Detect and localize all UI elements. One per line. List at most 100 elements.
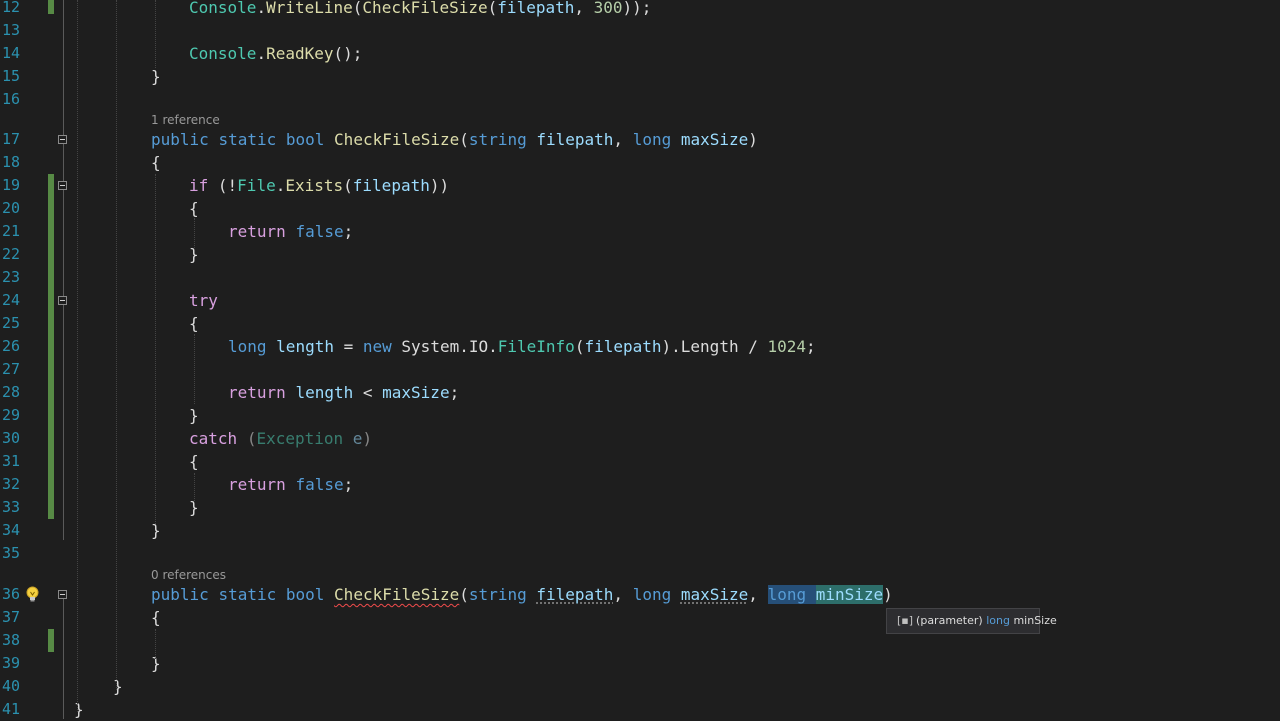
code-line[interactable]: 34} <box>0 519 1280 542</box>
indent-guide <box>194 334 195 404</box>
line-number: 35 <box>2 544 21 562</box>
code-line[interactable]: 20 { <box>0 197 1280 220</box>
indent-guide <box>194 473 195 503</box>
code-text[interactable]: Console.ReadKey(); <box>189 42 362 65</box>
code-editor[interactable]: 12 Console.WriteLine(CheckFileSize(filepa… <box>0 0 1280 720</box>
line-number: 25 <box>2 314 21 332</box>
code-line[interactable]: 30 catch (Exception e) <box>0 427 1280 450</box>
line-number: 31 <box>2 452 21 470</box>
change-indicator-bar <box>48 174 54 519</box>
code-text[interactable]: public static bool CheckFileSize(string … <box>151 583 893 606</box>
code-line[interactable]: 25 { <box>0 312 1280 335</box>
code-line[interactable]: 16 <box>0 88 1280 111</box>
code-line[interactable]: 37 { <box>0 606 1280 629</box>
code-line[interactable]: 36 public static bool CheckFileSize(strin… <box>0 583 1280 606</box>
code-line[interactable]: 33} <box>0 496 1280 519</box>
code-line[interactable]: 31 { <box>0 450 1280 473</box>
indent-guide <box>155 629 156 659</box>
code-lens-references[interactable]: 0 references <box>151 567 226 583</box>
code-line[interactable]: 14 Console.ReadKey(); <box>0 42 1280 65</box>
code-line[interactable]: 18 { <box>0 151 1280 174</box>
line-number: 36 <box>2 585 21 603</box>
code-text[interactable]: try <box>189 289 218 312</box>
line-number: 30 <box>2 429 21 447</box>
code-text[interactable]: long length = new System.IO.FileInfo(fil… <box>228 335 816 358</box>
code-line[interactable]: 21 return false; <box>0 220 1280 243</box>
line-number: 13 <box>2 21 21 39</box>
change-indicator-bar <box>48 629 54 652</box>
code-line[interactable]: 35 <box>0 542 1280 565</box>
code-text[interactable]: } <box>74 698 84 721</box>
line-number: 37 <box>2 608 21 626</box>
line-number: 17 <box>2 130 21 148</box>
tooltip-type: long <box>986 614 1010 627</box>
line-number: 28 <box>2 383 21 401</box>
line-number: 16 <box>2 90 21 108</box>
code-text[interactable]: return false; <box>228 473 353 496</box>
line-number: 21 <box>2 222 21 240</box>
code-text[interactable]: { <box>189 450 199 473</box>
code-line[interactable]: 38 <box>0 629 1280 652</box>
code-line[interactable]: 41} <box>0 698 1280 721</box>
code-text[interactable]: } <box>151 65 161 88</box>
code-text[interactable]: { <box>189 312 199 335</box>
parameter-icon: [▪] <box>897 614 914 627</box>
line-number: 39 <box>2 654 21 672</box>
line-number: 27 <box>2 360 21 378</box>
code-line[interactable]: 19 if (!File.Exists(filepath)) <box>0 174 1280 197</box>
tooltip-param-name: minSize <box>1013 614 1057 627</box>
code-lens-references[interactable]: 1 reference <box>151 112 220 128</box>
code-text[interactable]: { <box>151 151 161 174</box>
code-line[interactable]: 22} <box>0 243 1280 266</box>
line-number: 19 <box>2 176 21 194</box>
line-number: 41 <box>2 700 21 718</box>
code-text[interactable]: return false; <box>228 220 353 243</box>
line-number: 38 <box>2 631 21 649</box>
code-line[interactable]: 13 <box>0 19 1280 42</box>
code-text[interactable]: { <box>151 606 161 629</box>
indent-guide <box>116 0 117 690</box>
tooltip-label: (parameter) <box>916 614 983 627</box>
code-line[interactable]: 32 return false; <box>0 473 1280 496</box>
lightbulb-icon[interactable] <box>25 586 40 603</box>
code-text[interactable]: { <box>189 197 199 220</box>
code-line[interactable]: 24 try <box>0 289 1280 312</box>
line-number: 23 <box>2 268 21 286</box>
line-number: 22 <box>2 245 21 263</box>
line-number: 12 <box>2 0 21 16</box>
change-indicator-bar <box>48 0 54 14</box>
code-text[interactable]: Console.WriteLine(CheckFileSize(filepath… <box>189 0 651 19</box>
code-text[interactable]: public static bool CheckFileSize(string … <box>151 128 758 151</box>
line-number: 40 <box>2 677 21 695</box>
collapse-toggle-icon[interactable] <box>58 181 67 190</box>
code-line[interactable]: 27 <box>0 358 1280 381</box>
line-number: 18 <box>2 153 21 171</box>
code-line[interactable]: 28 return length < maxSize; <box>0 381 1280 404</box>
code-line[interactable]: 12 Console.WriteLine(CheckFileSize(filepa… <box>0 0 1280 19</box>
code-line[interactable]: 29} <box>0 404 1280 427</box>
line-number: 26 <box>2 337 21 355</box>
code-line[interactable]: 39} <box>0 652 1280 675</box>
code-text[interactable]: return length < maxSize; <box>228 381 459 404</box>
collapse-toggle-icon[interactable] <box>58 135 67 144</box>
code-text[interactable]: catch (Exception e) <box>189 427 372 450</box>
line-number: 24 <box>2 291 21 309</box>
line-number: 29 <box>2 406 21 424</box>
collapse-toggle-icon[interactable] <box>58 590 67 599</box>
line-number: 15 <box>2 67 21 85</box>
code-text[interactable]: if (!File.Exists(filepath)) <box>189 174 449 197</box>
indent-guide <box>77 0 78 712</box>
code-line[interactable]: 23 <box>0 266 1280 289</box>
outline-line <box>63 599 64 719</box>
line-number: 34 <box>2 521 21 539</box>
code-text[interactable]: } <box>113 675 123 698</box>
line-number: 14 <box>2 44 21 62</box>
code-line[interactable]: 26 long length = new System.IO.FileInfo(f… <box>0 335 1280 358</box>
code-line[interactable]: 40} <box>0 675 1280 698</box>
code-line[interactable]: 17 public static bool CheckFileSize(strin… <box>0 128 1280 151</box>
indent-guide <box>194 218 195 248</box>
code-line[interactable]: 15} <box>0 65 1280 88</box>
code-text[interactable]: } <box>189 404 199 427</box>
indent-guide <box>155 0 156 68</box>
collapse-toggle-icon[interactable] <box>58 296 67 305</box>
